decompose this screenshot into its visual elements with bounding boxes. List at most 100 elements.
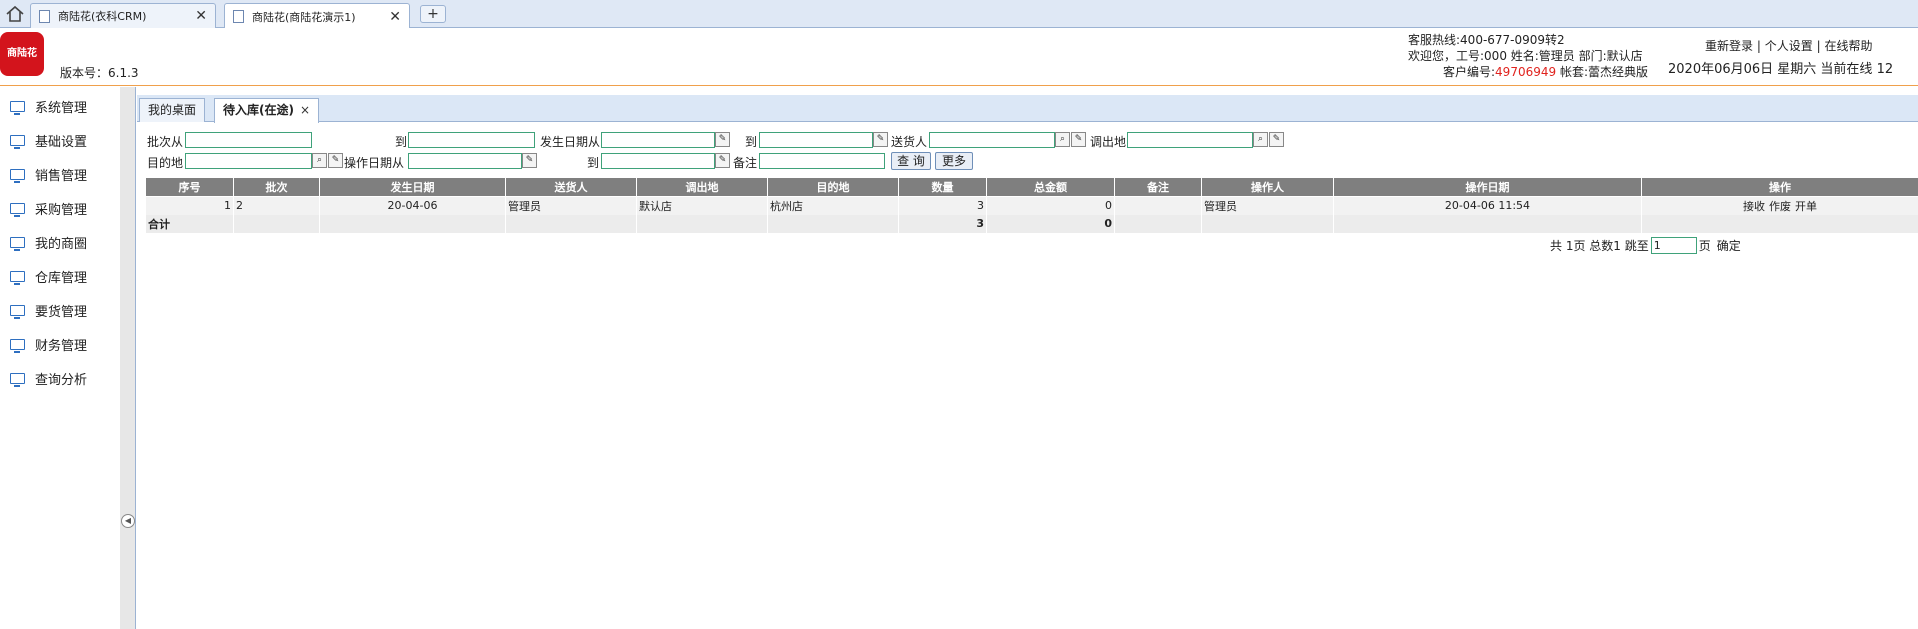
- calendar-icon[interactable]: ✎: [522, 153, 537, 168]
- header-links: 重新登录 | 个人设置 | 在线帮助: [1705, 37, 1872, 54]
- out-store-input[interactable]: [1127, 132, 1253, 148]
- cell-from: 默认店: [636, 196, 768, 215]
- monitor-icon: [10, 236, 25, 251]
- column-header[interactable]: 调出地: [636, 177, 768, 197]
- page-confirm-button[interactable]: 确定: [1717, 237, 1741, 254]
- calendar-icon[interactable]: ✎: [715, 153, 730, 168]
- clear-icon[interactable]: ✎: [328, 153, 343, 168]
- separator: |: [1816, 39, 1821, 53]
- new-tab-button[interactable]: +: [420, 5, 446, 23]
- sidebar-item-system[interactable]: 系统管理: [10, 97, 87, 116]
- browser-tab-1[interactable]: 商陆花(衣科CRM) ✕: [30, 3, 216, 28]
- total-label: 合计: [145, 214, 234, 233]
- sidebar-item-label: 财务管理: [35, 338, 88, 354]
- out-store-label: 调出地: [1090, 135, 1127, 149]
- search-icon[interactable]: ⌕: [1055, 132, 1070, 147]
- date-from-input[interactable]: [601, 132, 715, 148]
- op-date-from-input[interactable]: [408, 153, 522, 169]
- main-content: 我的桌面 待入库(在途) × 批次从 到 发生日期从 ✎ 到 ✎ 送货人 ⌕ ✎ …: [137, 87, 1918, 629]
- monitor-icon: [10, 304, 25, 319]
- calendar-icon[interactable]: ✎: [873, 132, 888, 147]
- cell-date: 20-04-06: [319, 196, 506, 215]
- column-header[interactable]: 数量: [898, 177, 987, 197]
- collapse-arrow-icon[interactable]: ◀: [121, 514, 135, 528]
- sidebar: 系统管理 基础设置 销售管理 采购管理 我的商圈 仓库管理 要货管理 财务管理 …: [0, 87, 120, 629]
- sidebar-item-requisition[interactable]: 要货管理: [10, 301, 87, 320]
- destination-input[interactable]: [185, 153, 312, 169]
- sidebar-splitter[interactable]: [120, 87, 136, 629]
- batch-from-input[interactable]: [185, 132, 312, 148]
- destination-label: 目的地: [147, 156, 184, 170]
- sidebar-item-circle[interactable]: 我的商圈: [10, 233, 88, 252]
- column-header[interactable]: 批次: [233, 177, 320, 197]
- date-from-label: 发生日期从: [540, 135, 601, 149]
- relogin-link[interactable]: 重新登录: [1705, 39, 1753, 53]
- customer-number: 49706949: [1495, 65, 1557, 79]
- search-icon[interactable]: ⌕: [312, 153, 327, 168]
- cell-op-date: 20-04-06 11:54: [1333, 196, 1642, 215]
- op-date-to-label: 到: [587, 156, 600, 170]
- personal-settings-link[interactable]: 个人设置: [1765, 39, 1813, 53]
- column-header[interactable]: 操作: [1641, 177, 1918, 197]
- customer-label: 客户编号:: [1443, 65, 1496, 79]
- pager: 共 1页 总数1 跳至 1 页 确定: [1550, 237, 1741, 254]
- remark-input[interactable]: [759, 153, 885, 169]
- page-input[interactable]: 1: [1650, 237, 1697, 254]
- column-header[interactable]: 操作日期: [1333, 177, 1642, 197]
- total-amount: 0: [986, 214, 1115, 233]
- void-link[interactable]: 作废: [1769, 200, 1791, 213]
- column-header[interactable]: 操作人: [1201, 177, 1334, 197]
- version-label: 版本号：6.1.3: [60, 66, 139, 80]
- calendar-icon[interactable]: ✎: [715, 132, 730, 147]
- clear-icon[interactable]: ✎: [1071, 132, 1086, 147]
- column-header[interactable]: 备注: [1114, 177, 1202, 197]
- sender-input[interactable]: [929, 132, 1055, 148]
- monitor-icon: [10, 202, 25, 217]
- tab-pending-inbound[interactable]: 待入库(在途) ×: [214, 98, 320, 123]
- monitor-icon: [10, 338, 25, 353]
- batch-to-input[interactable]: [408, 132, 535, 148]
- table-row[interactable]: 1 2 20-04-06 管理员 默认店 杭州店 3 0 管理员 20-04-0…: [145, 196, 1918, 215]
- hotline-text: 客服热线:400-677-0909转2: [1408, 33, 1565, 47]
- monitor-icon: [10, 168, 25, 183]
- column-header[interactable]: 目的地: [767, 177, 899, 197]
- home-icon[interactable]: [4, 4, 26, 24]
- op-date-to-input[interactable]: [601, 153, 715, 169]
- query-button[interactable]: 查 询: [891, 152, 931, 170]
- create-order-link[interactable]: 开单: [1795, 200, 1817, 213]
- clear-icon[interactable]: ✎: [1269, 132, 1284, 147]
- sidebar-item-analysis[interactable]: 查询分析: [10, 369, 87, 388]
- document-icon: [39, 9, 50, 23]
- sidebar-item-purchase[interactable]: 采购管理: [10, 199, 87, 218]
- sidebar-item-warehouse[interactable]: 仓库管理: [10, 267, 87, 286]
- monitor-icon: [10, 134, 25, 149]
- receive-link[interactable]: 接收: [1743, 200, 1765, 213]
- tab-my-desktop[interactable]: 我的桌面: [139, 98, 206, 122]
- date-to-input[interactable]: [759, 132, 873, 148]
- more-button[interactable]: 更多: [935, 152, 973, 170]
- close-icon[interactable]: ×: [300, 103, 310, 117]
- close-icon[interactable]: ✕: [195, 8, 207, 24]
- column-header[interactable]: 发生日期: [319, 177, 506, 197]
- pager-unit: 页: [1698, 239, 1711, 253]
- column-header[interactable]: 送货人: [505, 177, 637, 197]
- logo: 商陆花: [0, 32, 44, 76]
- cell-sender: 管理员: [505, 196, 637, 215]
- browser-tab-strip: 商陆花(衣科CRM) ✕ 商陆花(商陆花演示1) ✕ +: [0, 0, 1918, 29]
- online-help-link[interactable]: 在线帮助: [1824, 39, 1872, 53]
- column-header[interactable]: 序号: [145, 177, 234, 197]
- sidebar-item-label: 我的商圈: [35, 236, 88, 252]
- close-icon[interactable]: ✕: [389, 9, 401, 25]
- total-qty: 3: [898, 214, 987, 233]
- welcome-text: 欢迎您，工号:000 姓名:管理员 部门:默认店: [1408, 49, 1643, 63]
- cell-qty: 3: [898, 196, 987, 215]
- sidebar-item-basic[interactable]: 基础设置: [10, 131, 87, 150]
- browser-tab-2[interactable]: 商陆花(商陆花演示1) ✕: [224, 3, 410, 29]
- sidebar-item-finance[interactable]: 财务管理: [10, 335, 88, 354]
- sidebar-item-sales[interactable]: 销售管理: [10, 165, 87, 184]
- data-grid: 序号 批次 发生日期 送货人 调出地 目的地 数量 总金额 备注 操作人 操作日…: [145, 177, 1918, 233]
- separator: |: [1756, 39, 1761, 53]
- column-header[interactable]: 总金额: [986, 177, 1115, 197]
- search-icon[interactable]: ⌕: [1253, 132, 1268, 147]
- document-icon: [233, 10, 244, 23]
